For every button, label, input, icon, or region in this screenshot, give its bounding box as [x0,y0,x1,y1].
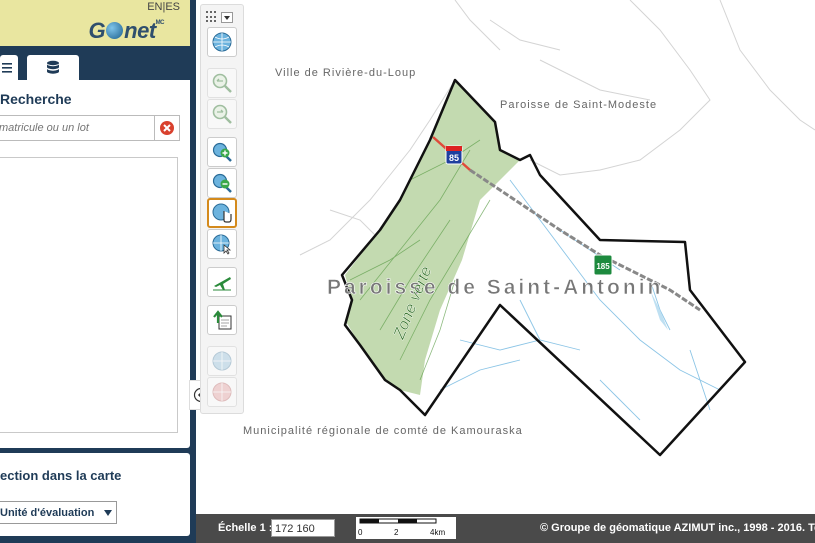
search-clear-button[interactable] [154,115,180,141]
database-icon [47,60,59,74]
municipal-boundaries [299,0,815,256]
zoom-in-tool[interactable] [207,137,237,167]
status-bar: Échelle 1 : 172 160 0 2 4km © Groupe de … [196,514,815,543]
unit-select-value: Unité d'évaluation [0,506,95,519]
toolbar-dropdown-button[interactable] [221,11,233,23]
search-title: Recherche [0,91,72,107]
globe-tool-disabled-2[interactable] [207,377,237,407]
zoom-previous-tool[interactable] [207,68,237,98]
label-riviere-du-loup: Ville de Rivière-du-Loup [275,67,416,79]
shield-85-icon: 85 [445,145,463,165]
label-kamouraska: Municipalité régionale de comté de Kamou… [243,425,523,437]
tab-layers[interactable] [27,55,79,81]
language-switch[interactable]: EN|ES [147,1,180,13]
chevron-down-icon [104,510,112,516]
aerial-photo-tool[interactable] [207,267,237,297]
svg-text:185: 185 [596,262,610,271]
scalebar-graphic [359,518,437,524]
map-svg[interactable]: 85 185 Ville de Rivière-du-Loup Paroisse… [196,0,815,514]
zoom-next-icon [212,104,232,124]
zoom-in-icon [212,142,232,162]
globe-icon [212,32,232,52]
list-icon [2,63,12,73]
scale-input[interactable]: 172 160 [271,519,335,537]
label-saint-modeste: Paroisse de Saint-Modeste [500,99,657,111]
globe-logo-icon [106,22,124,39]
globe-icon [212,351,232,371]
globe-tool-disabled-1[interactable] [207,346,237,376]
grid-icon[interactable] [206,11,218,23]
left-panel: EN|ES GnetMC Recherche matricule ou un l… [0,0,196,543]
logo-bar: EN|ES GnetMC [0,0,190,46]
app-root: 85 185 Ville de Rivière-du-Loup Paroisse… [0,0,815,543]
scale-label: Échelle 1 : [218,522,273,534]
zoom-previous-icon [212,73,232,93]
tab-list[interactable] [0,55,18,81]
map-toolbar [200,4,244,414]
export-tool[interactable] [207,305,237,335]
unit-select[interactable]: Unité d'évaluation [0,501,117,524]
search-results-list[interactable] [0,157,178,433]
search-input[interactable] [0,115,154,141]
svg-text:85: 85 [449,153,459,163]
scalebar-tick-0: 0 [358,528,363,537]
globe-pointer-icon [212,234,232,255]
app-logo: GnetMC [88,18,165,43]
map-canvas[interactable]: 85 185 Ville de Rivière-du-Loup Paroisse… [196,0,815,514]
rivers [439,179,721,421]
scalebar-tick-4: 4km [430,528,446,537]
scalebar-tick-2: 2 [394,528,399,537]
shield-185-icon: 185 [593,254,613,276]
zoom-next-tool[interactable] [207,99,237,129]
zoom-out-tool[interactable] [207,168,237,198]
selection-title: ection dans la carte [0,468,122,483]
zoom-out-icon [212,173,232,193]
full-extent-tool[interactable] [207,27,237,57]
pan-icon [212,203,232,223]
selection-panel: ection dans la carte Unité d'évaluation [0,453,190,536]
label-saint-antonin: Paroisse de Saint-Antonin [327,276,663,299]
globe-select-tool[interactable] [207,229,237,259]
export-icon [213,310,232,330]
scalebar: 0 2 4km [356,517,456,539]
globe-red-icon [212,382,232,402]
pan-tool[interactable] [207,198,237,228]
toolbar-header [206,10,238,24]
airplane-icon [213,277,231,291]
clear-icon [160,121,174,135]
copyright-text: © Groupe de géomatique AZIMUT inc., 1998… [540,522,815,534]
